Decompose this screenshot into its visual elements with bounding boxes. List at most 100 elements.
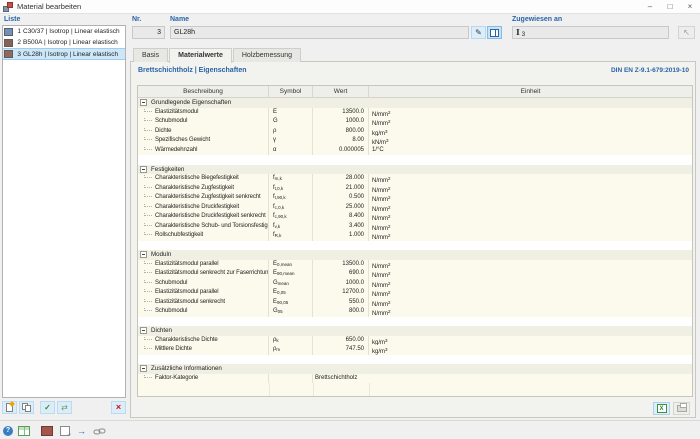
delete-material-button[interactable]: × <box>111 401 126 414</box>
table-row[interactable]: Charakteristische Druckfestigkeitfc,0,k2… <box>138 203 692 213</box>
property-description: Charakteristische Biegefestigkeit <box>155 174 239 184</box>
table-row[interactable]: Charakteristische Zugfestigkeit senkrech… <box>138 193 692 203</box>
material-list-label: GL28h | Isotrop | Linear elastisch <box>23 51 118 58</box>
material-list-item[interactable]: 1C30/37 | Isotrop | Linear elastisch <box>3 26 125 37</box>
import-check-button[interactable]: ⇄ <box>57 401 72 414</box>
material-library-button[interactable] <box>487 26 502 39</box>
name-field[interactable]: GL28h <box>170 26 469 39</box>
tree-connector <box>144 231 152 235</box>
window-title: Material bearbeiten <box>17 2 81 11</box>
table-row[interactable]: ElastizitätsmodulE13500.0N/mm2 <box>138 108 692 118</box>
property-value[interactable]: 21.000 <box>313 184 369 194</box>
section-row[interactable]: Grundlegende Eigenschaften <box>138 98 692 108</box>
table-row[interactable]: Elastizitätsmodul senkrechtE90,05550.0N/… <box>138 298 692 308</box>
collapse-icon[interactable] <box>140 365 147 372</box>
table-row[interactable]: Charakteristische Dichteρk650.00kg/m3 <box>138 336 692 346</box>
property-value[interactable]: 0.500 <box>313 193 369 203</box>
material-list-item[interactable]: 3GL28h | Isotrop | Linear elastisch <box>3 48 125 60</box>
property-value[interactable]: 13500.0 <box>313 108 369 118</box>
property-value[interactable]: 800.0 <box>313 307 369 317</box>
new-table-button[interactable] <box>60 425 70 437</box>
help-button[interactable]: ? <box>3 425 13 437</box>
material-table-button[interactable] <box>18 425 30 437</box>
select-objects-button[interactable]: ↖ <box>678 26 695 39</box>
table-row[interactable]: SchubmodulG05800.0N/mm2 <box>138 307 692 317</box>
property-value[interactable]: 28.000 <box>313 174 369 184</box>
material-list-item[interactable]: 2B500A | Isotrop | Linear elastisch <box>3 37 125 48</box>
column-header-beschreibung[interactable]: Beschreibung <box>138 86 269 97</box>
table-row[interactable]: SchubmodulG1000.0N/mm2 <box>138 117 692 127</box>
select-check-button[interactable]: ✓ <box>40 401 55 414</box>
section-row[interactable]: Dichten <box>138 326 692 336</box>
rename-button[interactable]: ✎ <box>471 26 486 39</box>
assigned-to-field[interactable]: I3 <box>512 26 669 39</box>
property-description: Elastizitätsmodul <box>155 108 198 118</box>
table-row[interactable]: Faktor-KategorieBrettschichtholz <box>138 374 692 384</box>
property-description: Schubmodul <box>155 279 187 289</box>
table-row[interactable]: Charakteristische Zugfestigkeitft,0,k21.… <box>138 184 692 194</box>
property-value[interactable]: 800.00 <box>313 127 369 137</box>
table-row[interactable]: Wärmedehnzahlα0.0000051/°C <box>138 146 692 156</box>
close-button[interactable]: × <box>680 0 700 14</box>
property-value[interactable]: 0.000005 <box>313 146 369 156</box>
color-swatch-button[interactable] <box>41 425 53 437</box>
tab-holzbemessung[interactable]: Holzbemessung <box>233 48 301 62</box>
property-symbol: G <box>269 117 313 127</box>
property-value[interactable]: 747.50 <box>313 345 369 355</box>
table-row[interactable]: Spezifisches Gewichtγ8.00kN/m3 <box>138 136 692 146</box>
excel-export-button[interactable]: X <box>653 402 670 415</box>
material-list[interactable]: 1C30/37 | Isotrop | Linear elastisch2B50… <box>2 25 126 398</box>
member-icon: I <box>516 27 520 37</box>
maximize-button[interactable]: □ <box>660 0 680 14</box>
section-row[interactable]: Festigkeiten <box>138 165 692 175</box>
property-value[interactable]: 650.00 <box>313 336 369 346</box>
table-row[interactable]: SchubmodulGmean1000.0N/mm2 <box>138 279 692 289</box>
collapse-icon[interactable] <box>140 251 147 258</box>
table-row[interactable]: RollschubfestigkeitfR,k1.000N/mm2 <box>138 231 692 241</box>
table-row[interactable]: Elastizitätsmodul senkrecht zur Faserric… <box>138 269 692 279</box>
copy-material-button[interactable] <box>19 401 34 414</box>
property-value[interactable]: 25.000 <box>313 203 369 213</box>
section-row[interactable]: Zusätzliche Informationen <box>138 364 692 374</box>
collapse-icon[interactable] <box>140 99 147 106</box>
table-row[interactable]: Charakteristische Schub- und Torsionsfes… <box>138 222 692 232</box>
minimize-button[interactable]: – <box>640 0 660 14</box>
property-description: Elastizitätsmodul parallel <box>155 260 218 270</box>
jump-button[interactable]: → <box>77 425 86 437</box>
table-row[interactable]: Charakteristische Druckfestigkeit senkre… <box>138 212 692 222</box>
column-header-wert[interactable]: Wert <box>313 86 369 97</box>
new-material-button[interactable] <box>2 401 17 414</box>
link-button[interactable] <box>93 425 106 437</box>
print-button[interactable] <box>673 402 690 415</box>
property-value[interactable]: 1000.0 <box>313 279 369 289</box>
column-header-symbol[interactable]: Symbol <box>269 86 313 97</box>
property-value[interactable]: 8.00 <box>313 136 369 146</box>
table-row[interactable]: Elastizitätsmodul parallelE0,mean13500.0… <box>138 260 692 270</box>
collapse-icon[interactable] <box>140 166 147 173</box>
tree-connector <box>144 336 152 340</box>
property-value[interactable]: 1000.0 <box>313 117 369 127</box>
table-row[interactable]: Dichteρ800.00kg/m3 <box>138 127 692 137</box>
property-symbol: fv,k <box>269 222 313 232</box>
property-value[interactable]: 1.000 <box>313 231 369 241</box>
property-value[interactable]: Brettschichtholz <box>313 374 369 384</box>
property-unit: N/mm2 <box>369 222 692 232</box>
delete-icon: × <box>116 402 121 413</box>
tab-materialwerte[interactable]: Materialwerte <box>169 48 232 63</box>
table-row[interactable]: Mittlere Dichteρm747.50kg/m3 <box>138 345 692 355</box>
property-value[interactable]: 690.0 <box>313 269 369 279</box>
table-row[interactable]: Elastizitätsmodul parallelE0,0512700.0N/… <box>138 288 692 298</box>
nr-field[interactable]: 3 <box>132 26 165 39</box>
tree-connector <box>144 127 152 131</box>
collapse-icon[interactable] <box>140 327 147 334</box>
section-row[interactable]: Moduln <box>138 250 692 260</box>
property-value[interactable]: 12700.0 <box>313 288 369 298</box>
property-value[interactable]: 550.0 <box>313 298 369 308</box>
property-value[interactable]: 3.400 <box>313 222 369 232</box>
column-header-einheit[interactable]: Einheit <box>369 86 692 97</box>
property-value[interactable]: 13500.0 <box>313 260 369 270</box>
tab-basis[interactable]: Basis <box>133 48 168 62</box>
table-row[interactable]: Charakteristische Biegefestigkeitfm,k28.… <box>138 174 692 184</box>
material-number: 2 <box>15 39 21 46</box>
property-value[interactable]: 8.400 <box>313 212 369 222</box>
